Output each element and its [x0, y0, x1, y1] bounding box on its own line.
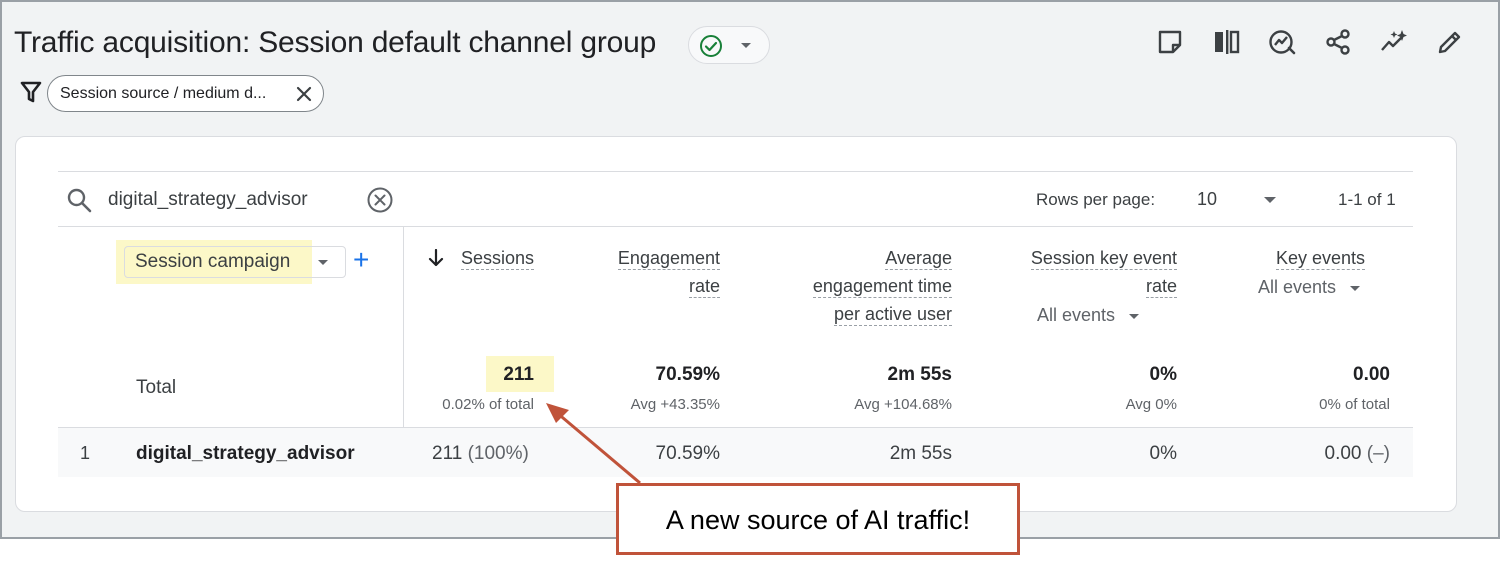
close-icon[interactable]: [293, 83, 315, 105]
table-search-bar: digital_strategy_advisor Rows per page: …: [58, 171, 1413, 227]
check-circle-icon: [700, 35, 722, 57]
row-sessions-value: 211: [432, 443, 463, 464]
sparkle-trend-icon: [1381, 30, 1407, 51]
engagement-header-line1: Engagement: [617, 248, 720, 270]
table-row[interactable]: 1 digital_strategy_advisor 211 (100%) 70…: [58, 427, 1413, 477]
report-status-dropdown[interactable]: [688, 26, 770, 64]
pagination-status: 1-1 of 1: [1338, 190, 1396, 209]
dimension-selector[interactable]: Session campaign: [124, 246, 346, 278]
share-button[interactable]: [1310, 24, 1366, 60]
clear-search-icon[interactable]: [366, 186, 394, 214]
total-avg-engagement-time: 2m 55s: [887, 364, 952, 385]
analytics-intelligence-button[interactable]: [1366, 24, 1422, 60]
total-sessions: 211: [503, 364, 534, 385]
search-icon: [67, 188, 92, 213]
chevron-down-icon: [318, 260, 328, 265]
row-number: 1: [80, 443, 91, 463]
chevron-down-icon: [741, 43, 751, 48]
avg-header-line2: engagement time: [812, 276, 952, 298]
annotation-text: A new source of AI traffic!: [665, 505, 971, 535]
total-key-event-rate: 0%: [1149, 364, 1177, 385]
key-events-filter[interactable]: All events: [1258, 277, 1361, 298]
total-key-event-rate-sub: Avg 0%: [1125, 396, 1177, 413]
filter-chip-label: Session source / medium d...: [60, 85, 267, 102]
insights-icon: [1269, 30, 1296, 55]
avg-header-line1: Average: [885, 248, 952, 270]
ske-header-line2: rate: [1145, 276, 1177, 298]
filter-chip[interactable]: Session source / medium d...: [47, 75, 324, 112]
key-events-header-label: Key events: [1275, 248, 1365, 270]
compare-icon: [1215, 30, 1240, 54]
column-header-engagement-rate[interactable]: Engagement rate: [570, 244, 720, 300]
engagement-header-line2: rate: [688, 276, 720, 298]
total-key-events-sub: 0% of total: [1319, 396, 1390, 413]
ske-header-line1: Session key event: [1030, 248, 1177, 270]
row-key-event-rate: 0%: [1149, 443, 1177, 464]
row-avg-engagement-time: 2m 55s: [889, 443, 952, 464]
add-note-button[interactable]: [1142, 24, 1198, 60]
avg-header-line3: per active user: [833, 304, 952, 326]
total-engagement-sub: Avg +43.35%: [630, 396, 720, 413]
note-icon: [1158, 30, 1182, 54]
row-key-events: 0.00 (–): [1270, 443, 1391, 465]
column-header-key-events[interactable]: Key events: [1230, 244, 1365, 272]
column-header-avg-engagement-time[interactable]: Average engagement time per active user: [752, 244, 952, 328]
rows-per-page-label: Rows per page:: [1036, 190, 1156, 209]
row-sessions-pct: (100%): [467, 443, 529, 464]
share-icon: [1326, 29, 1350, 55]
page-title: Traffic acquisition: Session default cha…: [14, 26, 657, 59]
chevron-down-icon: [1129, 313, 1140, 319]
insights-button[interactable]: [1254, 24, 1310, 60]
dimension-label: Session campaign: [135, 251, 291, 272]
key-events-filter-label: All events: [1258, 277, 1337, 297]
row-key-events-pct: (–): [1366, 443, 1390, 464]
compare-button[interactable]: [1198, 24, 1254, 60]
chevron-down-icon: [1350, 285, 1361, 291]
filter-icon: [20, 81, 42, 103]
sessions-header-label: Sessions: [460, 248, 534, 270]
row-engagement-rate: 70.59%: [655, 443, 720, 464]
ske-event-filter[interactable]: All events: [1037, 305, 1140, 326]
edit-icon: [1438, 31, 1461, 54]
total-sessions-sub: 0.02% of total: [442, 396, 534, 413]
column-header-session-key-event-rate[interactable]: Session key event rate: [990, 244, 1177, 300]
total-avg-engagement-sub: Avg +104.68%: [854, 396, 952, 413]
add-dimension-button[interactable]: +: [353, 246, 369, 274]
total-key-events: 0.00: [1353, 364, 1390, 385]
report-toolbar: [1142, 24, 1478, 60]
arrow-down-icon: [428, 249, 444, 267]
rows-per-page-select[interactable]: 10: [1197, 189, 1217, 210]
ske-event-filter-label: All events: [1037, 305, 1116, 325]
row-sessions: 211 (100%): [432, 443, 529, 465]
total-engagement-rate: 70.59%: [655, 364, 720, 385]
row-key-events-value: 0.00: [1324, 443, 1362, 464]
edit-report-button[interactable]: [1422, 24, 1478, 60]
chevron-down-icon[interactable]: [1264, 197, 1276, 203]
annotation-callout: A new source of AI traffic!: [616, 483, 1020, 555]
search-input[interactable]: digital_strategy_advisor: [108, 189, 308, 211]
row-campaign-name[interactable]: digital_strategy_advisor: [136, 443, 355, 465]
totals-label: Total: [136, 377, 177, 398]
column-header-sessions[interactable]: Sessions: [428, 244, 534, 272]
